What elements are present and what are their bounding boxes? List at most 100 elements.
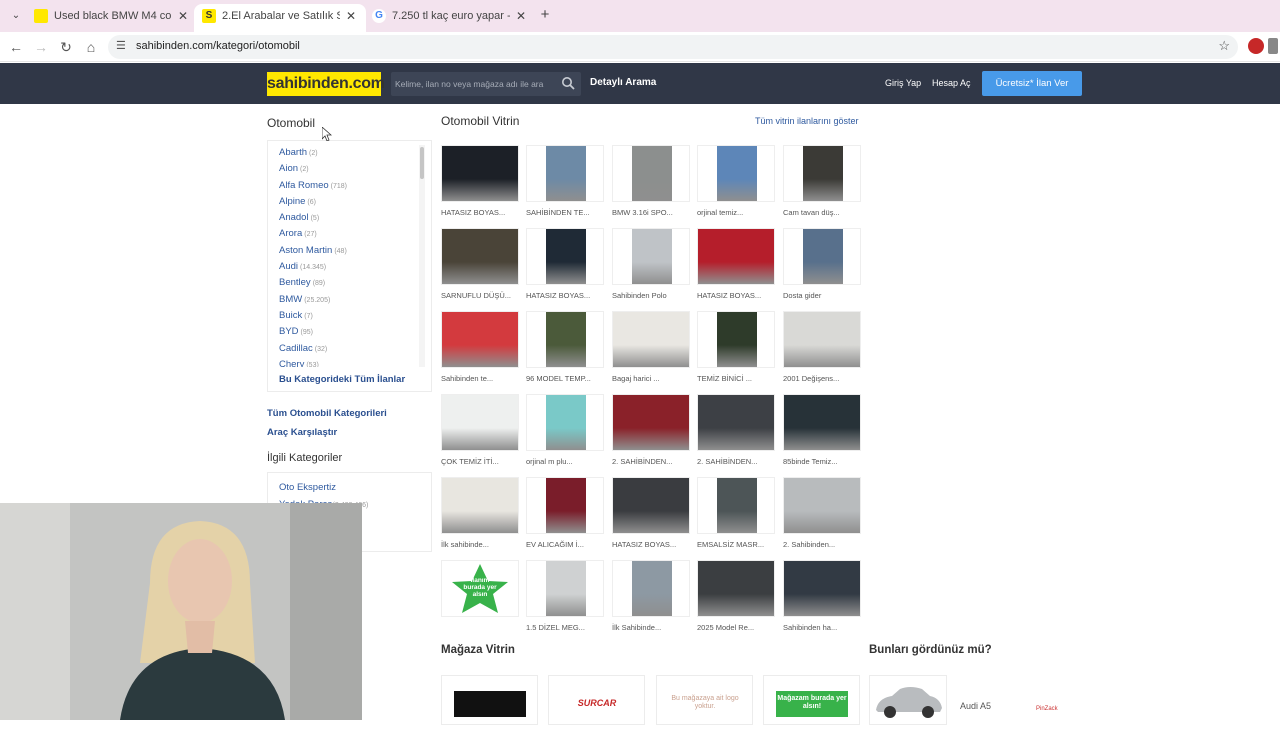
showcase-item-image[interactable] <box>441 477 519 534</box>
extension-icon[interactable] <box>1248 38 1264 54</box>
showcase-item-caption[interactable]: Sahibinden ha... <box>783 623 861 632</box>
showcase-item[interactable]: TEMİZ BİNİCİ ... <box>697 311 775 396</box>
brand-item[interactable]: Aion (2) <box>279 163 414 179</box>
showcase-item-image[interactable] <box>783 145 861 202</box>
tab-bmw-m4[interactable]: Used black BMW M4 convertib ✕ <box>26 4 198 32</box>
home-icon[interactable]: ⌂ <box>81 37 101 57</box>
tab-search-chevron-icon[interactable]: ⌄ <box>6 6 26 26</box>
showcase-item-caption[interactable]: HATASIZ BOYAS... <box>612 540 690 549</box>
showcase-item[interactable]: orjinal m plu... <box>526 394 604 479</box>
showcase-item[interactable]: Bagaj harici ... <box>612 311 690 396</box>
showcase-item[interactable]: 1.5 DİZEL MEG... <box>526 560 604 645</box>
brand-item[interactable]: Arora (27) <box>279 228 414 244</box>
showcase-item-caption[interactable]: 2. SAHİBİNDEN... <box>612 457 690 466</box>
showcase-item-image[interactable] <box>526 477 604 534</box>
showcase-item[interactable]: 2025 Model Re... <box>697 560 775 645</box>
search-input[interactable] <box>395 74 555 94</box>
showcase-item-caption[interactable]: orjinal temiz... <box>697 208 775 217</box>
compare-vehicles-link[interactable]: Araç Karşılaştır <box>267 427 337 438</box>
brand-item[interactable]: Bentley (89) <box>279 277 414 293</box>
showcase-item[interactable]: HATASIZ BOYAS... <box>697 228 775 313</box>
site-info-icon[interactable]: ☰ <box>116 39 126 52</box>
store-card[interactable]: Bu mağazaya ait logo yoktur. <box>656 675 753 725</box>
showcase-item-image[interactable] <box>697 477 775 534</box>
brand-item[interactable]: Chery (53) <box>279 359 414 367</box>
search-icon[interactable] <box>561 76 575 90</box>
showcase-item-caption[interactable]: İlk sahibinde... <box>441 540 519 549</box>
brand-item[interactable]: BMW (25.205) <box>279 294 414 310</box>
showcase-item-caption[interactable]: 85binde Temiz... <box>783 457 861 466</box>
showcase-item-caption[interactable]: Sahibinden te... <box>441 374 519 383</box>
store-card[interactable] <box>441 675 538 725</box>
showcase-item-image[interactable] <box>697 228 775 285</box>
detailed-search-link[interactable]: Detaylı Arama <box>590 77 656 88</box>
brand-item[interactable]: Alfa Romeo (718) <box>279 180 414 196</box>
showcase-item-caption[interactable]: ÇOK TEMİZ İTİ... <box>441 457 519 466</box>
bookmark-star-icon[interactable]: ☆ <box>1218 38 1230 54</box>
login-link[interactable]: Giriş Yap <box>885 78 921 88</box>
brand-item[interactable]: Alpine (6) <box>279 196 414 212</box>
showcase-item-caption[interactable]: SARNUFLU DÜŞÜ... <box>441 291 519 300</box>
showcase-item[interactable]: Sahibinden te... <box>441 311 519 396</box>
scrollbar-thumb[interactable] <box>420 147 424 179</box>
all-categories-link[interactable]: Tüm Otomobil Kategorileri <box>267 408 387 419</box>
tab-google-search[interactable]: G 7.250 tl kaç euro yapar - Googl ✕ <box>364 4 536 32</box>
showcase-item-caption[interactable]: HATASIZ BOYAS... <box>526 291 604 300</box>
showcase-item-image[interactable] <box>526 394 604 451</box>
brand-item[interactable]: Audi (14.345) <box>279 261 414 277</box>
showcase-item[interactable]: 2001 Değişens... <box>783 311 861 396</box>
brand-item[interactable]: BYD (95) <box>279 326 414 342</box>
showcase-item-image[interactable] <box>441 394 519 451</box>
showcase-item-image[interactable] <box>612 145 690 202</box>
showcase-item-image[interactable] <box>526 228 604 285</box>
reload-icon[interactable]: ↻ <box>56 37 76 57</box>
showcase-item-caption[interactable]: 2. SAHİBİNDEN... <box>697 457 775 466</box>
showcase-item-image[interactable] <box>783 394 861 451</box>
showcase-item[interactable]: orjinal temiz... <box>697 145 775 230</box>
showcase-item[interactable]: Dosta gider <box>783 228 861 313</box>
brand-list-scrollbar[interactable] <box>419 145 425 367</box>
showcase-item-image[interactable] <box>697 560 775 617</box>
register-link[interactable]: Hesap Aç <box>932 78 971 88</box>
tab-sahibinden-otomobil[interactable]: S 2.El Arabalar ve Satılık Sıfır Km ✕ <box>194 4 366 32</box>
showcase-item-caption[interactable]: EV ALICAĞIM İ... <box>526 540 604 549</box>
showcase-item-image[interactable] <box>526 145 604 202</box>
showcase-item-caption[interactable]: SAHİBİNDEN TE... <box>526 208 604 217</box>
forward-arrow-icon[interactable]: → <box>31 37 51 57</box>
showcase-item-caption[interactable]: Bagaj harici ... <box>612 374 690 383</box>
back-arrow-icon[interactable]: ← <box>6 37 26 57</box>
showcase-item[interactable]: İlk sahibinde... <box>441 477 519 562</box>
showcase-item-image[interactable] <box>612 477 690 534</box>
showcase-item-image[interactable] <box>697 311 775 368</box>
brand-item[interactable]: Buick (7) <box>279 310 414 326</box>
showcase-item[interactable]: 2. SAHİBİNDEN... <box>697 394 775 479</box>
showcase-item[interactable]: 85binde Temiz... <box>783 394 861 479</box>
showcase-item-caption[interactable]: HATASIZ BOYAS... <box>697 291 775 300</box>
showcase-item-image[interactable] <box>441 145 519 202</box>
showcase-item[interactable]: HATASIZ BOYAS... <box>441 145 519 230</box>
showcase-item[interactable]: SARNUFLU DÜŞÜ... <box>441 228 519 313</box>
store-card[interactable]: Mağazam burada yer alsın! <box>763 675 860 725</box>
brand-item[interactable]: Cadillac (32) <box>279 343 414 359</box>
seen-item-label[interactable]: Audi A5 <box>960 701 991 711</box>
showcase-item-caption[interactable]: 2025 Model Re... <box>697 623 775 632</box>
showcase-item-image[interactable]: İlanım burada yer alsın <box>441 560 519 617</box>
showcase-item-image[interactable] <box>526 560 604 617</box>
showcase-item[interactable]: BMW 3.16i SPO... <box>612 145 690 230</box>
showcase-item-image[interactable] <box>697 394 775 451</box>
sahibinden-logo[interactable]: sahibinden.com <box>267 72 385 96</box>
showcase-item-image[interactable] <box>526 311 604 368</box>
showcase-item-image[interactable] <box>783 560 861 617</box>
showcase-item-caption[interactable]: Dosta gider <box>783 291 861 300</box>
address-bar[interactable]: ☰ sahibinden.com/kategori/otomobil ☆ <box>108 35 1238 59</box>
brand-item[interactable]: Aston Martin (48) <box>279 245 414 261</box>
new-tab-button[interactable]: + <box>536 6 554 24</box>
showcase-item[interactable]: EV ALICAĞIM İ... <box>526 477 604 562</box>
show-all-showcase-link[interactable]: Tüm vitrin ilanlarını göster <box>755 116 859 126</box>
showcase-item[interactable]: HATASIZ BOYAS... <box>612 477 690 562</box>
showcase-item-image[interactable] <box>783 228 861 285</box>
showcase-item-image[interactable] <box>697 145 775 202</box>
close-icon[interactable]: ✕ <box>344 4 358 28</box>
showcase-item[interactable]: Sahibinden Polo <box>612 228 690 313</box>
showcase-item-image[interactable] <box>612 228 690 285</box>
